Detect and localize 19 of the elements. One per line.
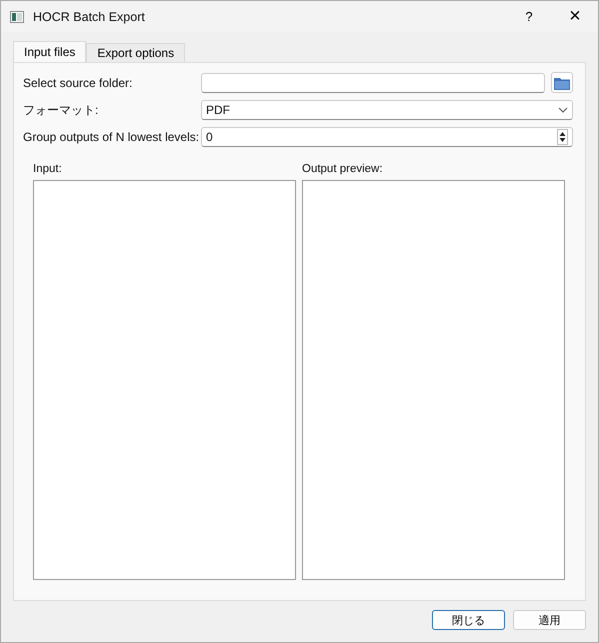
dialog-button[interactable]: 閉じる: [432, 610, 505, 630]
list-label: Input:: [33, 163, 63, 175]
field-label: Select source folder:: [23, 76, 134, 90]
list-label: Output preview:: [302, 163, 384, 175]
number-spinbox[interactable]: 0: [201, 127, 573, 147]
window-title: HOCR Batch Export: [33, 10, 145, 24]
field-label: フォーマット:: [23, 102, 100, 118]
format-dropdown[interactable]: PDF: [201, 100, 573, 120]
help-button[interactable]: ?: [506, 2, 552, 32]
chevron-icon: [558, 107, 568, 113]
dialog-button[interactable]: 適用: [513, 610, 586, 630]
window-icon: [10, 10, 24, 22]
field-label: Group outputs of N lowest levels:: [23, 130, 200, 144]
tab[interactable]: Input files: [13, 41, 86, 62]
folder-field[interactable]: [201, 72, 545, 92]
spin-arrows-icon[interactable]: [557, 129, 568, 145]
tab[interactable]: Export options: [86, 43, 186, 62]
close-button[interactable]: ×: [552, 2, 598, 32]
browse-button[interactable]: [551, 72, 573, 93]
